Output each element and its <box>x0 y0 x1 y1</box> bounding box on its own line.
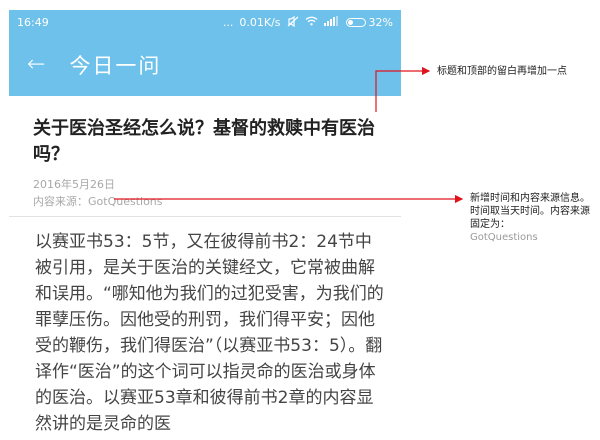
back-arrow-icon[interactable]: ← <box>27 54 45 76</box>
annotation-meta-note: 新增时间和内容来源信息。时间取当天时间。内容来源固定为： GotQuestion… <box>470 192 598 244</box>
signal-icon <box>323 16 340 28</box>
annotation-meta-source: GotQuestions <box>470 232 538 243</box>
status-icons: ... 0.01K/s 32% <box>222 15 393 29</box>
article-header: 关于医治圣经怎么说？基督的救赎中有医治吗？ 2016年5月26日 内容来源：Go… <box>9 96 401 210</box>
status-time: 16:49 <box>17 15 49 29</box>
battery-icon <box>345 17 366 27</box>
mute-icon <box>287 15 299 29</box>
wifi-icon <box>305 16 318 28</box>
article-body: 以赛亚书53：5节，又在彼得前书2：24节中被引用，是关于医治的关键经文，它常被… <box>35 232 384 434</box>
annotation-top-note: 标题和顶部的留白再增加一点 <box>437 66 567 77</box>
battery-fill <box>347 19 353 25</box>
page-title: 今日一问 <box>69 54 162 78</box>
network-speed: 0.01K/s <box>239 15 281 29</box>
battery-percent: 32% <box>368 15 393 29</box>
article-meta: 2016年5月26日 内容来源：GotQuestions <box>33 176 401 210</box>
battery-indicator: 32% <box>345 15 393 29</box>
article-date: 2016年5月26日 <box>33 178 115 191</box>
app-bar: ← 今日一问 <box>9 34 401 96</box>
status-bar: 16:49 ... 0.01K/s 32% <box>9 10 401 34</box>
phone-screen: 16:49 ... 0.01K/s 32% ← 今日一问 关于医治圣经怎么说？基… <box>9 10 401 440</box>
annotation-meta-text: 新增时间和内容来源信息。时间取当天时间。内容来源固定为： <box>470 193 590 230</box>
status-dots: ... <box>222 15 234 29</box>
annotated-mockup: 16:49 ... 0.01K/s 32% ← 今日一问 关于医治圣经怎么说？基… <box>0 0 600 440</box>
article-source: 内容来源：GotQuestions <box>33 195 163 208</box>
article-title: 关于医治圣经怎么说？基督的救赎中有医治吗？ <box>33 118 375 165</box>
